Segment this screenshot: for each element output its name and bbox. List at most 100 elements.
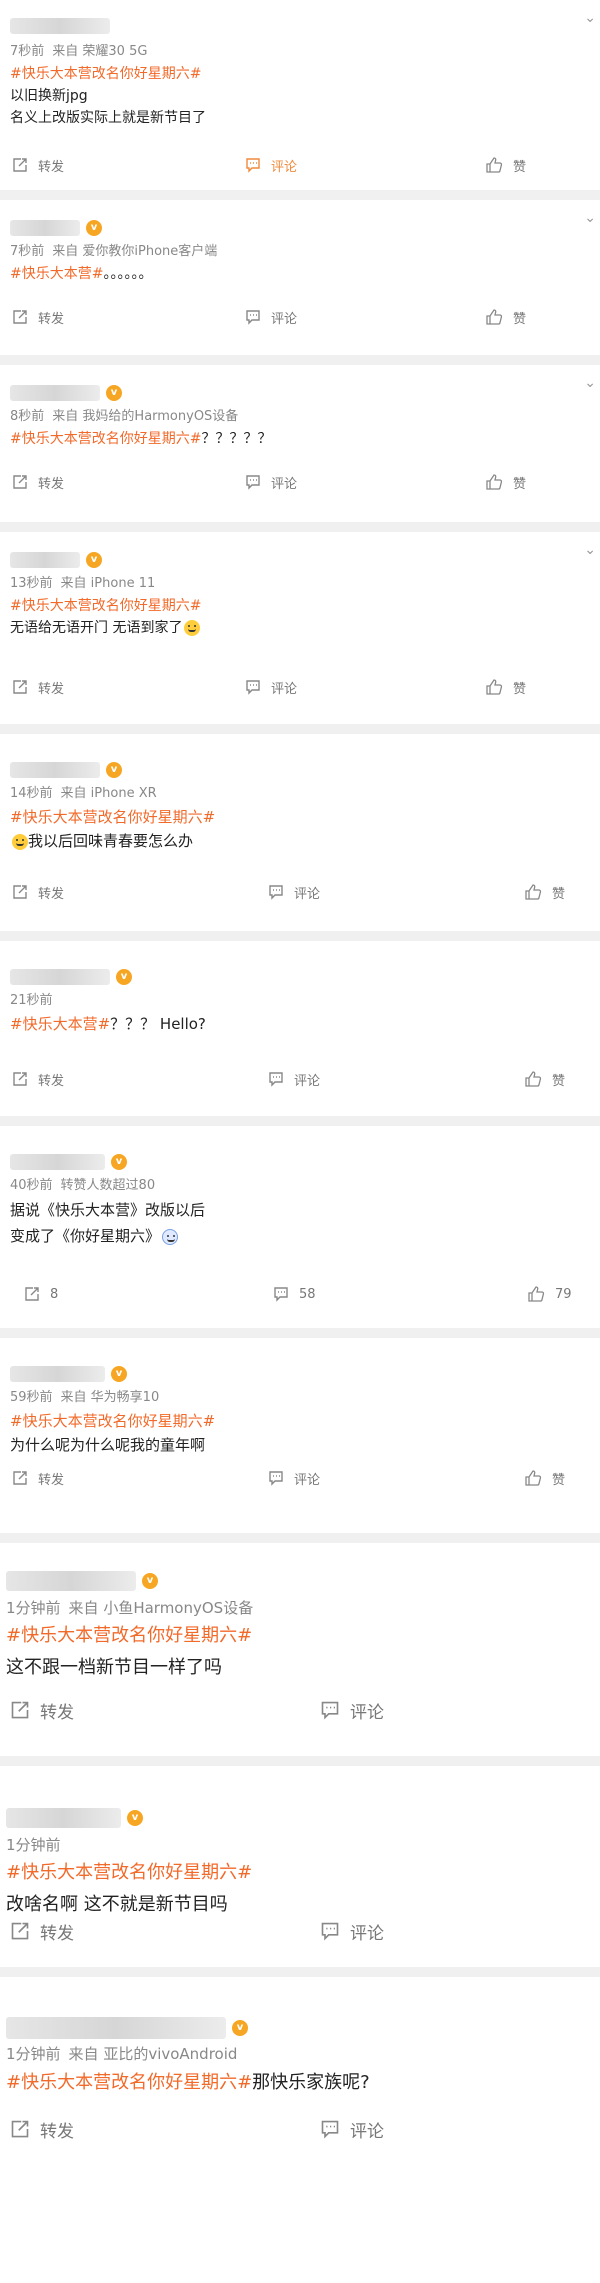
username-blurred[interactable] [6, 1571, 136, 1591]
post-time: 1分钟前 [6, 1599, 61, 1617]
like-button[interactable]: 赞 [486, 156, 526, 175]
topic-link[interactable]: #快乐大本营# [10, 1015, 110, 1033]
post-meta: 1分钟前 来自 小鱼HarmonyOS设备 [6, 1597, 594, 1618]
repost-icon [13, 680, 27, 694]
post-time: 14秒前 [10, 786, 53, 801]
thumb-up-icon [486, 474, 503, 490]
like-button[interactable]: 赞 [525, 883, 565, 902]
post-meta: 1分钟前 来自 亚比的vivoAndroid [6, 2043, 594, 2064]
username-blurred[interactable] [10, 18, 110, 34]
comment-button[interactable]: 评论 [268, 1469, 320, 1488]
like-button[interactable]: 赞 [525, 1070, 565, 1089]
post-header: v [10, 552, 590, 568]
post-meta: 13秒前 来自 iPhone 11 [10, 572, 590, 591]
post-source: 来自 爱你教你iPhone客户端 [52, 244, 218, 259]
vip-badge-icon: v [111, 1366, 127, 1382]
repost-button[interactable]: 转发 [12, 1070, 64, 1089]
repost-button[interactable]: 转发 [12, 883, 64, 902]
username-blurred[interactable] [10, 385, 100, 401]
topic-link[interactable]: #快乐大本营# [10, 266, 103, 282]
post-text-line: 为什么呢为什么呢我的童年啊 [10, 1436, 206, 1454]
comment-count: 58 [299, 1286, 316, 1302]
post-card: v 1分钟前 #快乐大本营改名你好星期六# 改啥名啊 这不就是新节目吗 转发 评… [0, 1766, 600, 1977]
repost-button[interactable]: 转发 [12, 473, 64, 492]
comment-button[interactable]: 评论 [245, 156, 297, 175]
repost-button[interactable]: 转发 [12, 156, 64, 175]
username-blurred[interactable] [10, 1154, 105, 1170]
repost-button[interactable]: 转发 [12, 678, 64, 697]
post-card: v ⌄ 13秒前 来自 iPhone 11 #快乐大本营改名你好星期六# 无语给无… [0, 532, 600, 734]
username-blurred[interactable] [10, 1366, 105, 1382]
repost-icon [13, 885, 27, 899]
post-body: 据说《快乐大本营》改版以后 变成了《你好星期六》 [10, 1197, 590, 1249]
post-source: 来自 iPhone 11 [60, 576, 156, 591]
repost-button[interactable]: 转发 [10, 2117, 74, 2142]
comment-button[interactable]: 评论 [320, 1919, 384, 1944]
comment-button[interactable]: 评论 [320, 2117, 384, 2142]
thumb-up-icon [528, 1286, 545, 1302]
comment-button[interactable]: 评论 [245, 473, 297, 492]
like-button[interactable]: 79 [528, 1286, 572, 1302]
username-blurred[interactable] [10, 552, 80, 568]
repost-button[interactable]: 转发 [10, 1919, 74, 1944]
username-blurred[interactable] [10, 969, 110, 985]
repost-icon [11, 2120, 29, 2138]
post-source: 来自 华为畅享10 [60, 1390, 160, 1405]
chevron-down-icon[interactable]: ⌄ [584, 542, 596, 558]
post-text-line: 无语给无语开门 无语到家了 [10, 620, 183, 636]
repost-button[interactable]: 8 [24, 1286, 58, 1302]
comment-label: 评论 [271, 476, 298, 492]
comment-button[interactable]: 评论 [268, 1070, 320, 1089]
topic-link[interactable]: #快乐大本营改名你好星期六# [10, 66, 201, 82]
repost-icon [13, 475, 27, 489]
chevron-down-icon[interactable]: ⌄ [584, 375, 596, 391]
comment-button[interactable]: 评论 [320, 1698, 384, 1723]
topic-link[interactable]: #快乐大本营改名你好星期六# [6, 1862, 252, 1883]
repost-button[interactable]: 转发 [12, 308, 64, 327]
repost-button[interactable]: 转发 [10, 1698, 74, 1723]
username-blurred[interactable] [6, 1808, 121, 1828]
comment-label: 评论 [294, 1073, 321, 1089]
comment-button[interactable]: 评论 [245, 308, 297, 327]
repost-button[interactable]: 转发 [12, 1469, 64, 1488]
vip-badge-icon: v [127, 1810, 143, 1826]
comment-button[interactable]: 58 [273, 1286, 316, 1302]
post-header: v [10, 1154, 590, 1170]
surprised-emoji-icon [162, 1228, 179, 1245]
post-body: #快乐大本营改名你好星期六# 为什么呢为什么呢我的童年啊 [10, 1409, 590, 1457]
post-meta: 14秒前 来自 iPhone XR [10, 782, 590, 801]
comment-button[interactable]: 评论 [245, 678, 297, 697]
topic-link[interactable]: #快乐大本营改名你好星期六# [6, 2072, 252, 2093]
repost-count: 8 [50, 1286, 59, 1302]
username-blurred[interactable] [10, 762, 100, 778]
post-text-line: 我以后回味青春要怎么办 [28, 832, 194, 850]
topic-link[interactable]: #快乐大本营改名你好星期六# [10, 598, 201, 614]
post-body: #快乐大本营改名你好星期六#？？？？？ [10, 428, 590, 450]
like-button[interactable]: 赞 [525, 1469, 565, 1488]
thumb-up-icon [525, 884, 542, 900]
comment-label: 评论 [350, 2121, 384, 2142]
post-body: #快乐大本营改名你好星期六# 以旧换新jpg 名义上改版实际上就是新节目了 [10, 63, 590, 129]
comment-button[interactable]: 评论 [268, 883, 320, 902]
repost-label: 转发 [38, 476, 65, 492]
like-button[interactable]: 赞 [486, 678, 526, 697]
post-body: #快乐大本营改名你好星期六# 无语给无语开门 无语到家了 [10, 595, 590, 639]
like-button[interactable]: 赞 [486, 473, 526, 492]
post-text-line: 以旧换新jpg [10, 88, 88, 104]
comment-icon [269, 1471, 283, 1486]
topic-link[interactable]: #快乐大本营改名你好星期六# [10, 431, 201, 447]
repost-icon [13, 1471, 27, 1485]
post-time: 7秒前 [10, 244, 45, 259]
post-text: 那快乐家族呢? [252, 2072, 370, 2093]
comment-label: 评论 [271, 311, 298, 327]
like-count: 79 [555, 1286, 572, 1302]
like-button[interactable]: 赞 [486, 308, 526, 327]
topic-link[interactable]: #快乐大本营改名你好星期六# [10, 808, 215, 826]
chevron-down-icon[interactable]: ⌄ [584, 10, 596, 26]
post-card: v ⌄ 7秒前 来自 爱你教你iPhone客户端 #快乐大本营#。。。。。。 转发… [0, 200, 600, 365]
username-blurred[interactable] [10, 220, 80, 236]
chevron-down-icon[interactable]: ⌄ [584, 210, 596, 226]
username-blurred[interactable] [6, 2017, 226, 2039]
topic-link[interactable]: #快乐大本营改名你好星期六# [10, 1412, 215, 1430]
topic-link[interactable]: #快乐大本营改名你好星期六# [6, 1625, 252, 1646]
